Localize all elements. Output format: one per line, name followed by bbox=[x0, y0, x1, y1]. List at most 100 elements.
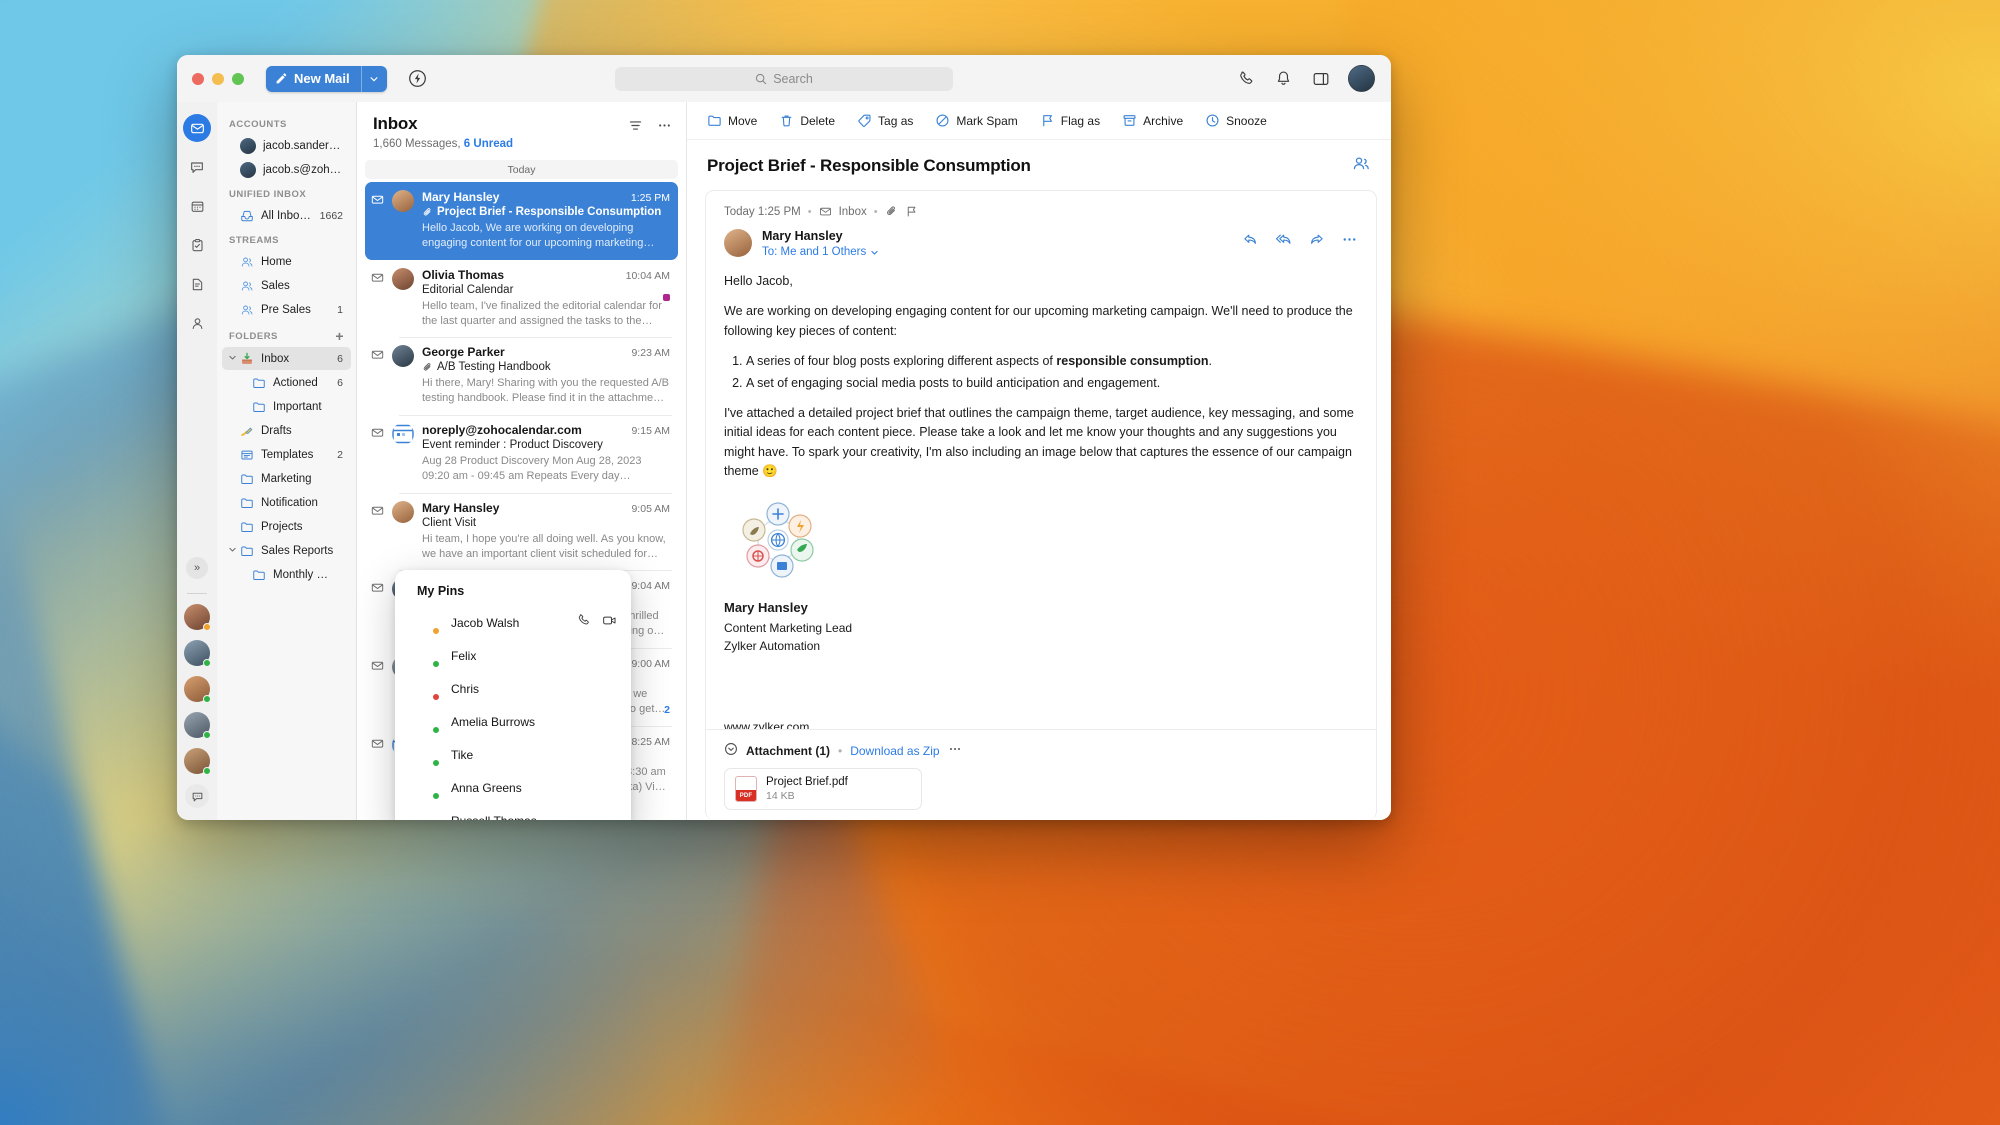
pin-item-anna-greens[interactable]: Anna Greens bbox=[395, 771, 631, 804]
add-folder-button[interactable]: + bbox=[335, 329, 346, 343]
message-time: 9:15 AM bbox=[631, 425, 670, 438]
message-list-item-4[interactable]: Mary Hansley 9:05 AM Client Visit Hi tea… bbox=[365, 492, 678, 571]
more-options-icon[interactable] bbox=[657, 118, 672, 138]
sidebar-item-important[interactable]: Important bbox=[222, 395, 351, 418]
participants-icon[interactable] bbox=[1352, 154, 1371, 178]
rail-item-mail[interactable] bbox=[183, 114, 211, 142]
message-list-item-1[interactable]: Olivia Thomas 10:04 AM Editorial Calenda… bbox=[365, 260, 678, 338]
phone-icon[interactable] bbox=[577, 613, 591, 633]
rail-contact-avatar[interactable] bbox=[184, 640, 211, 667]
sender-name: noreply@zohocalendar.com bbox=[422, 423, 582, 438]
pin-item-russell-thomas[interactable]: Russell Thomas bbox=[395, 804, 631, 821]
message-time: 9:04 AM bbox=[631, 580, 670, 593]
sidebar-item-inbox[interactable]: Inbox 6 bbox=[222, 347, 351, 370]
sidebar-item-monthly-reports[interactable]: Monthly Re... bbox=[222, 563, 351, 586]
compose-icon bbox=[276, 73, 287, 84]
minimize-window-button[interactable] bbox=[212, 72, 224, 85]
pin-name: Felix bbox=[451, 648, 477, 663]
rail-contact-avatar[interactable] bbox=[184, 604, 211, 631]
archive-button[interactable]: Archive bbox=[1122, 113, 1183, 128]
sidebar-item-home[interactable]: Home bbox=[222, 250, 351, 273]
sidebar-item-templates[interactable]: Templates 2 bbox=[222, 443, 351, 466]
rail-contact-avatar[interactable] bbox=[184, 748, 211, 775]
flag-as-button[interactable]: Flag as bbox=[1040, 113, 1100, 128]
rail-item-notes[interactable] bbox=[183, 270, 211, 298]
message-list-item-3[interactable]: noreply@zohocalendar.com 9:15 AM Event r… bbox=[365, 415, 678, 493]
sidebar-item-actioned[interactable]: Actioned 6 bbox=[222, 371, 351, 394]
bell-icon[interactable] bbox=[1274, 69, 1293, 88]
message-time: 1:25 PM bbox=[630, 192, 670, 204]
message-preview: Hi there, Mary! Sharing with you the req… bbox=[422, 377, 670, 405]
message-list-item-2[interactable]: George Parker 9:23 AM A/B Testing Handbo… bbox=[365, 337, 678, 415]
message-list-item-0[interactable]: Mary Hansley 1:25 PM Project Brief - Res… bbox=[365, 182, 678, 260]
quick-actions-button[interactable] bbox=[407, 68, 429, 90]
sidebar-item-sales[interactable]: Sales bbox=[222, 274, 351, 297]
pin-item-tike[interactable]: Tike bbox=[395, 738, 631, 771]
recipients-toggle[interactable]: To: Me and 1 Others bbox=[762, 246, 879, 258]
rail-contact-avatar[interactable] bbox=[184, 676, 211, 703]
folder-icon bbox=[252, 376, 266, 390]
templates-icon bbox=[240, 448, 254, 462]
rail-item-calendar[interactable] bbox=[183, 192, 211, 220]
rail-contact-avatar[interactable] bbox=[184, 712, 211, 739]
expand-rail-button[interactable]: » bbox=[186, 557, 208, 579]
sidebar-section-accounts: ACCOUNTS bbox=[217, 112, 356, 134]
move-button[interactable]: Move bbox=[707, 113, 757, 128]
reply-icon[interactable] bbox=[1242, 231, 1259, 253]
unread-count-label[interactable]: 6 Unread bbox=[464, 138, 513, 150]
sidebar-item-drafts[interactable]: Drafts bbox=[222, 419, 351, 442]
snooze-button[interactable]: Snooze bbox=[1205, 113, 1267, 128]
sidebar-item-sales-reports[interactable]: Sales Reports bbox=[222, 539, 351, 562]
signature-website[interactable]: www.zylker.com bbox=[724, 718, 1354, 729]
pdf-label: PDF bbox=[736, 790, 756, 801]
tag-as-button[interactable]: Tag as bbox=[857, 113, 913, 128]
sidebar-item-marketing[interactable]: Marketing bbox=[222, 467, 351, 490]
close-window-button[interactable] bbox=[192, 72, 204, 85]
flag-outline-icon[interactable] bbox=[905, 205, 918, 219]
sidebar-item-notification[interactable]: Notification bbox=[222, 491, 351, 514]
notes-icon bbox=[192, 278, 202, 290]
attachment-card[interactable]: PDF Project Brief.pdf 14 KB bbox=[724, 768, 922, 810]
attachment-more-icon[interactable] bbox=[948, 742, 962, 759]
new-mail-button[interactable]: New Mail bbox=[266, 65, 361, 92]
avatar bbox=[417, 711, 440, 734]
filter-icon[interactable] bbox=[628, 118, 643, 138]
pin-item-amelia-burrows[interactable]: Amelia Burrows bbox=[395, 705, 631, 738]
sidebar-account-0[interactable]: jacob.sanders@z... bbox=[222, 134, 351, 157]
delete-button[interactable]: Delete bbox=[779, 113, 835, 128]
panel-icon[interactable] bbox=[1311, 69, 1330, 88]
chevron-down-icon[interactable] bbox=[228, 353, 237, 364]
sidebar-item-pre-sales[interactable]: Pre Sales 1 bbox=[222, 298, 351, 321]
messages-count-label: 1,660 Messages, bbox=[373, 138, 461, 150]
forward-icon[interactable] bbox=[1308, 231, 1325, 253]
sidebar-item-all-inboxes[interactable]: All Inboxes 1662 bbox=[222, 204, 351, 227]
more-options-icon[interactable] bbox=[1341, 231, 1358, 253]
new-chat-button[interactable] bbox=[185, 784, 209, 808]
rail-item-chat[interactable] bbox=[183, 153, 211, 181]
chevron-down-icon[interactable] bbox=[228, 545, 237, 556]
phone-icon[interactable] bbox=[1237, 69, 1256, 88]
app-body: » ACCOUNTS jacob.sanders jacob.s@zohom U… bbox=[177, 102, 1391, 820]
status-dot-online bbox=[203, 659, 211, 667]
pin-item-chris[interactable]: Chris bbox=[395, 672, 631, 705]
pin-item-jacob-walsh[interactable]: Jacob Walsh bbox=[395, 606, 631, 639]
paperclip-icon[interactable] bbox=[885, 205, 898, 219]
email-paragraph-1: We are working on developing engaging co… bbox=[724, 304, 1353, 338]
download-as-zip-link[interactable]: Download as Zip bbox=[850, 744, 939, 758]
user-avatar[interactable] bbox=[1348, 65, 1375, 92]
reply-all-icon[interactable] bbox=[1275, 231, 1292, 253]
sidebar-item-projects[interactable]: Projects bbox=[222, 515, 351, 538]
new-mail-dropdown-button[interactable] bbox=[360, 65, 387, 92]
sidebar-account-1[interactable]: jacob.s@zohomai... bbox=[222, 158, 351, 181]
search-input[interactable]: Search bbox=[615, 66, 953, 91]
rail-item-tasks[interactable] bbox=[183, 231, 211, 259]
account-avatar bbox=[240, 137, 256, 154]
video-icon[interactable] bbox=[602, 613, 617, 633]
collapse-attachment-icon[interactable] bbox=[724, 742, 738, 759]
status-dot-online bbox=[432, 791, 440, 800]
rail-item-contacts[interactable] bbox=[183, 309, 211, 337]
window-titlebar: New Mail Search bbox=[177, 55, 1391, 102]
mark-spam-button[interactable]: Mark Spam bbox=[935, 113, 1018, 128]
maximize-window-button[interactable] bbox=[232, 72, 244, 85]
pin-item-felix[interactable]: Felix bbox=[395, 639, 631, 672]
